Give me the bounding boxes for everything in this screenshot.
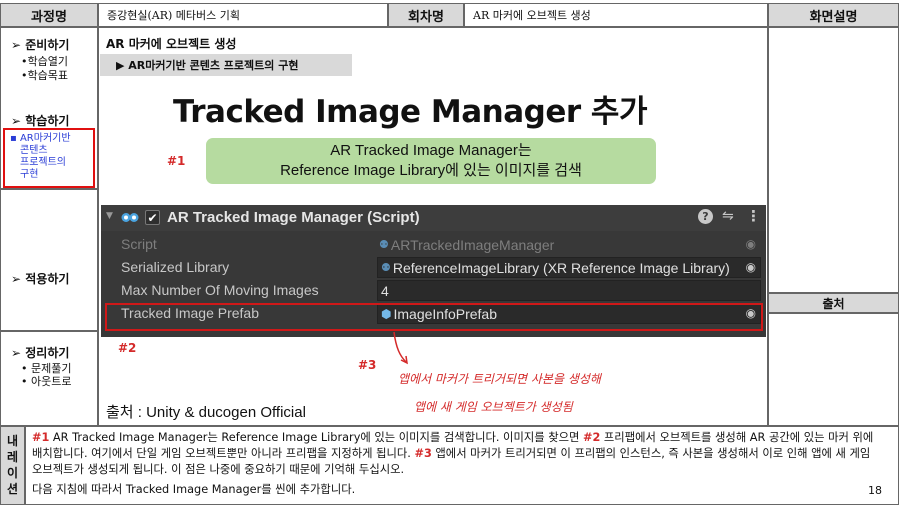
current-line-1: AR마커기반 xyxy=(19,133,71,144)
session-value: AR 마커에 오브젝트 생성 xyxy=(464,3,768,27)
marker-3: #3 xyxy=(358,358,377,372)
annotation-arrow-icon xyxy=(393,331,408,365)
sidebar-item-summary[interactable]: 정리하기 xyxy=(25,346,69,360)
chevron-right-icon: ➢ xyxy=(11,346,22,360)
main-subtitle: ▶ AR마커기반 콘텐츠 프로젝트의 구현 xyxy=(100,54,352,76)
chevron-right-icon: ➢ xyxy=(11,272,22,286)
course-value: 증강현실(AR) 메타버스 기획 xyxy=(98,3,388,27)
current-line-2: 콘텐츠 xyxy=(20,145,48,156)
callout-line-2: Reference Image Library에 있는 이미지를 검색 xyxy=(280,162,582,179)
sidebar-item-current[interactable]: ▪ AR마커기반 콘텐츠 프로젝트의 구현 xyxy=(10,133,71,181)
sidebar-block-summary: ➢ 정리하기 • 문제풀기 • 아웃트로 xyxy=(0,331,98,426)
prefab-highlight-box xyxy=(105,303,763,331)
handwritten-note-2: 앱에 새 게임 오브젝트가 생성됨 xyxy=(414,400,573,414)
main-title: AR 마커에 오브젝트 생성 xyxy=(106,37,237,51)
screen-desc-panel xyxy=(768,27,899,293)
object-picker-icon: ◉ xyxy=(745,237,756,251)
callout-line-1: AR Tracked Image Manager는 xyxy=(330,142,532,159)
field-library[interactable]: ⚉ ReferenceImageLibrary (XR Reference Im… xyxy=(377,257,761,278)
page-number: 18 xyxy=(868,484,882,497)
row-label-script: Script xyxy=(121,236,157,252)
row-label-library: Serialized Library xyxy=(121,259,230,275)
field-script: ⚉ ARTrackedImageManager ◉ xyxy=(379,235,760,254)
source-panel xyxy=(768,313,899,426)
slide-title: Tracked Image Manager 추가 xyxy=(173,94,647,130)
presets-icon[interactable]: ⇋ xyxy=(722,208,734,224)
narration-marker-3: #3 xyxy=(414,447,432,460)
enabled-checkbox[interactable]: ✔ xyxy=(145,210,160,225)
script-icon xyxy=(121,209,139,226)
narration-label: 내 레 이 션 xyxy=(0,426,25,505)
sidebar-item-apply[interactable]: 적용하기 xyxy=(25,272,69,286)
sidebar-block-apply: ➢ 적용하기 xyxy=(0,189,98,331)
current-line-3: 프로젝트의 xyxy=(20,157,66,168)
component-header: ▼ ✔ AR Tracked Image Manager (Script) ? … xyxy=(101,205,766,231)
marker-2: #2 xyxy=(118,341,137,355)
callout-box: AR Tracked Image Manager는 Reference Imag… xyxy=(206,138,656,184)
field-max-images-value: 4 xyxy=(381,282,389,299)
object-picker-icon[interactable]: ◉ xyxy=(746,260,756,274)
field-script-value: ARTrackedImageManager xyxy=(390,236,555,253)
script-icon: ⚉ xyxy=(379,239,389,251)
handwritten-note-1: 앱에서 마커가 트리거되면 사본을 생성해 xyxy=(398,372,601,386)
sidebar-subitem-outro[interactable]: • 아웃트로 xyxy=(21,373,71,389)
narration-instruction: 다음 지침에 따라서 Tracked Image Manager를 씬에 추가합… xyxy=(32,483,356,496)
session-label: 회차명 xyxy=(388,3,464,27)
chevron-right-icon: ➢ xyxy=(11,38,22,52)
more-menu-icon[interactable]: ⋮ xyxy=(746,207,761,225)
sidebar-subitem-goal[interactable]: •학습목표 xyxy=(21,67,68,83)
field-library-value: ReferenceImageLibrary (XR Reference Imag… xyxy=(392,259,730,276)
row-label-max-images: Max Number Of Moving Images xyxy=(121,282,319,298)
marker-1: #1 xyxy=(167,154,186,168)
field-max-images[interactable]: 4 xyxy=(377,280,761,301)
bullet-icon: ▪ xyxy=(10,133,17,144)
help-icon[interactable]: ? xyxy=(698,209,713,224)
chevron-right-icon: ➢ xyxy=(11,114,22,128)
narration-marker-1: #1 xyxy=(32,431,50,444)
screen-desc-label: 화면설명 xyxy=(768,3,899,27)
foldout-arrow-icon[interactable]: ▼ xyxy=(106,211,113,221)
narration-text: #1 AR Tracked Image Manager는 Reference I… xyxy=(32,431,874,476)
source-text: 출처 : Unity & ducogen Official xyxy=(106,404,306,421)
source-label: 출처 xyxy=(768,293,899,313)
course-label: 과정명 xyxy=(0,3,98,27)
asset-icon: ⚉ xyxy=(381,262,391,274)
sidebar-item-prepare[interactable]: 준비하기 xyxy=(25,38,69,52)
sidebar-item-learn[interactable]: 학습하기 xyxy=(25,114,69,128)
current-line-4: 구현 xyxy=(20,169,39,180)
component-title: AR Tracked Image Manager (Script) xyxy=(167,209,420,226)
narration-marker-2: #2 xyxy=(583,431,601,444)
